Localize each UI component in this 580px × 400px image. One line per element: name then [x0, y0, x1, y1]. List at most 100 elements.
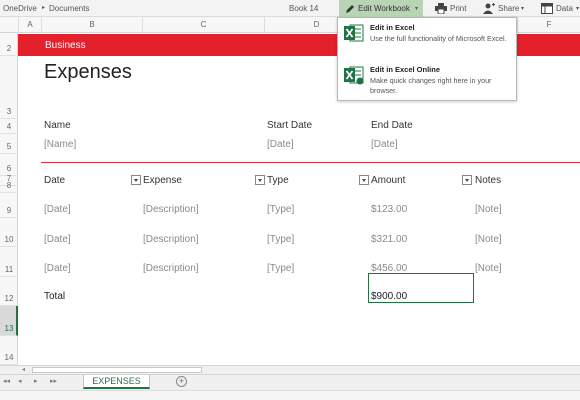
menu-item-description: Use the full functionality of Microsoft …	[370, 34, 507, 43]
column-header-c[interactable]: C	[142, 17, 264, 33]
cell-date[interactable]: [Date]	[44, 263, 71, 274]
status-bar	[0, 390, 580, 400]
cell-notes[interactable]: [Note]	[475, 263, 502, 274]
excel-icon	[344, 24, 364, 42]
print-label: Print	[450, 4, 467, 13]
cell-type[interactable]: [Type]	[267, 204, 294, 215]
cell-type[interactable]: [Type]	[267, 234, 294, 245]
column-header-a[interactable]: A	[18, 17, 41, 33]
row-header[interactable]: 2	[0, 33, 18, 56]
cell-type[interactable]: [Type]	[267, 263, 294, 274]
next-sheet-icon[interactable]: ▸	[34, 377, 38, 385]
section-divider	[41, 162, 580, 163]
chevron-down-icon: ▾	[415, 6, 419, 12]
start-date-label[interactable]: Start Date	[267, 120, 312, 131]
end-date-value[interactable]: [Date]	[371, 139, 398, 150]
cell-expense[interactable]: [Description]	[143, 263, 199, 274]
cell-notes[interactable]: [Note]	[475, 234, 502, 245]
edit-workbook-button[interactable]: Edit Workbook ▾	[339, 0, 423, 17]
filter-dropdown-icon[interactable]	[359, 175, 369, 185]
select-all-corner[interactable]	[0, 17, 18, 33]
pencil-icon	[346, 5, 354, 13]
chevron-down-icon: ▾	[521, 6, 525, 12]
breadcrumb-separator: ▸	[42, 5, 46, 11]
add-sheet-icon[interactable]: +	[176, 376, 187, 387]
menu-item-title: Edit in Excel	[370, 23, 415, 32]
header-type[interactable]: Type	[267, 175, 289, 186]
data-icon	[541, 3, 553, 14]
row-number: 12	[4, 294, 14, 303]
header-notes[interactable]: Notes	[475, 175, 501, 186]
sheet-title[interactable]: Expenses	[44, 61, 132, 84]
end-date-label[interactable]: End Date	[371, 120, 413, 131]
row-header[interactable]: 5	[0, 134, 18, 154]
menu-item-edit-in-excel[interactable]: Edit in Excel Use the full functionality…	[338, 18, 516, 58]
cell-expense[interactable]: [Description]	[143, 234, 199, 245]
row-number: 10	[4, 235, 14, 244]
start-date-value[interactable]: [Date]	[267, 139, 294, 150]
previous-sheet-icon[interactable]: ◂	[18, 377, 22, 385]
row-number: 8	[6, 181, 12, 190]
row-number: 2	[6, 44, 12, 53]
row-number: 14	[4, 353, 14, 362]
row-header-selected[interactable]: 13	[0, 306, 18, 336]
row-header[interactable]: 10	[0, 218, 18, 247]
menu-item-description: Make quick changes right here in your br…	[370, 76, 492, 95]
cell-expense[interactable]: [Description]	[143, 204, 199, 215]
row-number: 5	[6, 142, 12, 151]
banner-label: Business	[45, 40, 86, 51]
cell-amount[interactable]: $123.00	[371, 204, 407, 215]
row-header[interactable]: 4	[0, 119, 18, 134]
cell-amount[interactable]: $321.00	[371, 234, 407, 245]
document-name: Book 14	[289, 4, 319, 13]
row-number: 11	[4, 265, 14, 274]
breadcrumb-onedrive[interactable]: OneDrive	[3, 4, 37, 13]
row-number: 6	[6, 164, 12, 173]
total-value[interactable]: $900.00	[371, 291, 407, 302]
menu-item-title: Edit in Excel Online	[370, 65, 441, 74]
horizontal-scrollbar[interactable]: ◂	[0, 365, 580, 374]
edit-workbook-label: Edit Workbook	[358, 4, 410, 13]
header-expense[interactable]: Expense	[143, 175, 182, 186]
filter-dropdown-icon[interactable]	[255, 175, 265, 185]
data-label: Data	[556, 4, 573, 13]
total-label[interactable]: Total	[44, 291, 65, 302]
scrollbar-thumb[interactable]	[32, 367, 202, 373]
row-number: 3	[6, 107, 12, 116]
excel-online-icon	[344, 66, 364, 85]
printer-icon	[435, 3, 447, 14]
row-header[interactable]: 8	[0, 181, 18, 193]
column-header-b[interactable]: B	[41, 17, 142, 33]
name-label[interactable]: Name	[44, 120, 71, 131]
row-header[interactable]: 14	[0, 336, 18, 365]
row-header[interactable]: 3	[0, 56, 18, 119]
sheet-tab-expenses[interactable]: EXPENSES	[83, 375, 150, 389]
breadcrumb-documents[interactable]: Documents	[49, 4, 89, 13]
filter-dropdown-icon[interactable]	[462, 175, 472, 185]
menu-item-edit-in-excel-online[interactable]: Edit in Excel Online Make quick changes …	[338, 60, 516, 100]
scroll-left-icon[interactable]: ◂	[22, 366, 25, 373]
edit-workbook-dropdown: Edit in Excel Use the full functionality…	[337, 17, 517, 101]
row-header[interactable]: 12	[0, 277, 18, 306]
share-label: Share	[498, 4, 520, 13]
row-number: 13	[4, 324, 14, 333]
row-headers: 2 3 4 5 6 7 8 9 10 11 12 13 14 15	[0, 33, 18, 393]
top-bar: OneDrive ▸ Documents Book 14 Edit Workbo…	[0, 0, 580, 17]
chevron-down-icon: ▾	[576, 6, 580, 12]
row-header[interactable]: 9	[0, 193, 18, 218]
cell-notes[interactable]: [Note]	[475, 204, 502, 215]
column-header-f[interactable]: F	[517, 17, 580, 33]
row-number: 9	[6, 206, 12, 215]
name-value[interactable]: [Name]	[44, 139, 76, 150]
last-sheet-icon[interactable]: ▸▸	[50, 377, 57, 385]
first-sheet-icon[interactable]: ◂◂	[3, 377, 10, 385]
cell-date[interactable]: [Date]	[44, 234, 71, 245]
cell-date[interactable]: [Date]	[44, 204, 71, 215]
header-amount[interactable]: Amount	[371, 175, 405, 186]
row-header[interactable]: 6	[0, 154, 18, 176]
header-date[interactable]: Date	[44, 175, 65, 186]
row-number: 4	[6, 122, 12, 131]
filter-dropdown-icon[interactable]	[131, 175, 141, 185]
sheet-tab-bar: ◂◂ ◂ ▸ ▸▸ EXPENSES +	[0, 374, 580, 390]
row-header[interactable]: 11	[0, 247, 18, 277]
